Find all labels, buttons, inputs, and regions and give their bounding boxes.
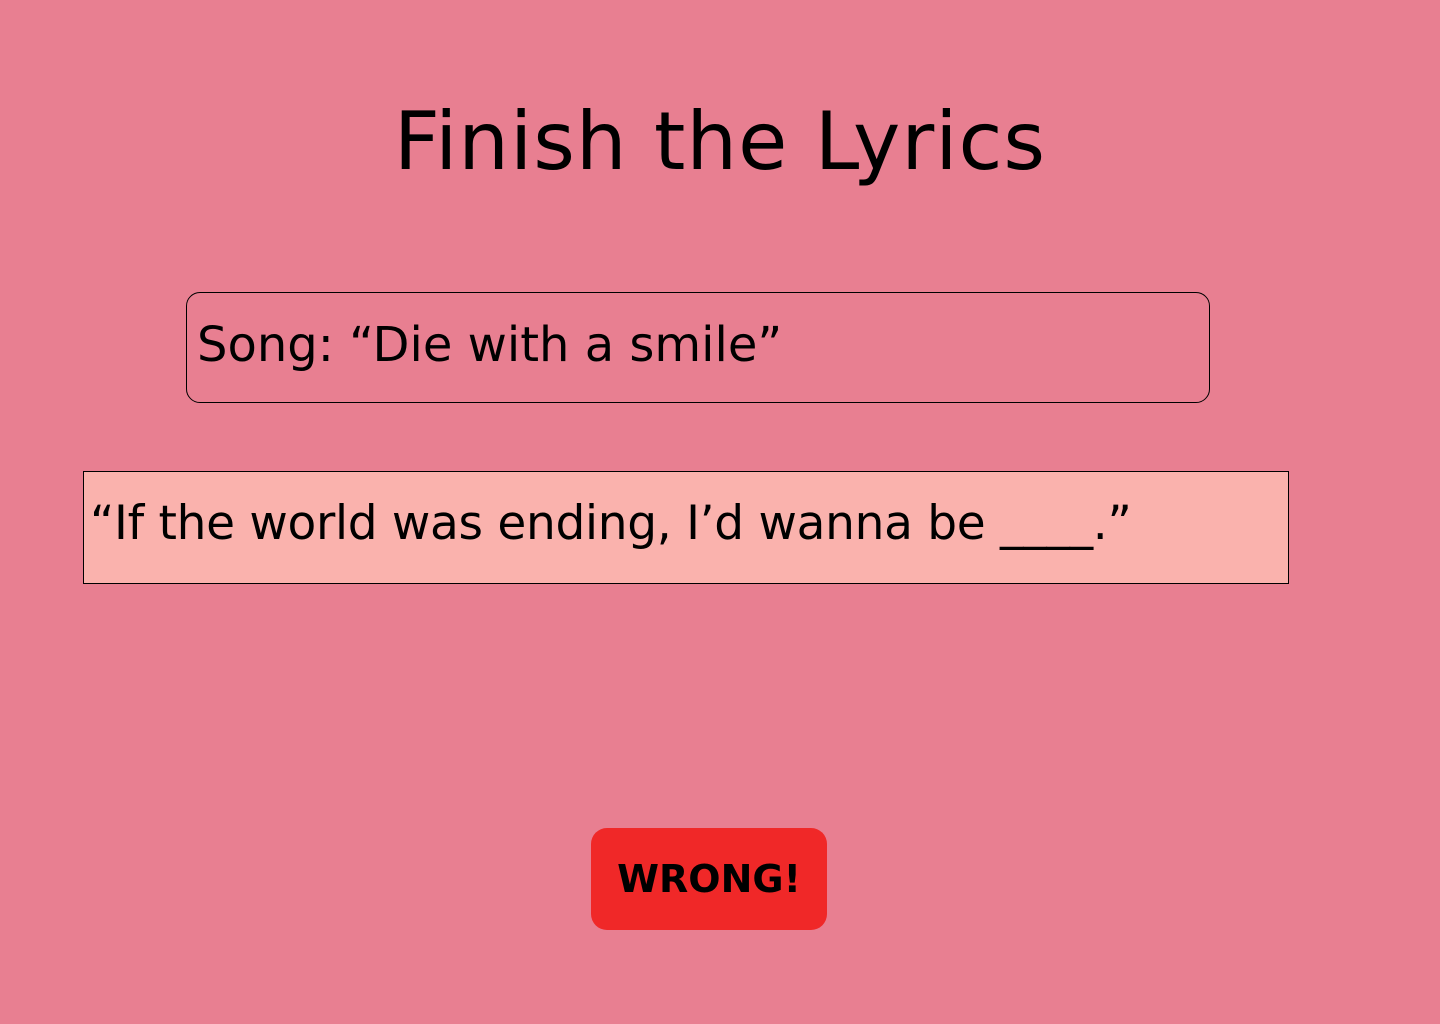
lyric-prompt-box: “If the world was ending, I’d wanna be _… bbox=[83, 471, 1289, 584]
lyric-prompt-text: “If the world was ending, I’d wanna be _… bbox=[90, 496, 1132, 551]
wrong-result-button[interactable]: WRONG! bbox=[591, 828, 827, 930]
song-info-box: Song: “Die with a smile” bbox=[186, 292, 1210, 403]
page-title: Finish the Lyrics bbox=[393, 95, 1047, 188]
song-title-text: Song: “Die with a smile” bbox=[197, 317, 783, 373]
